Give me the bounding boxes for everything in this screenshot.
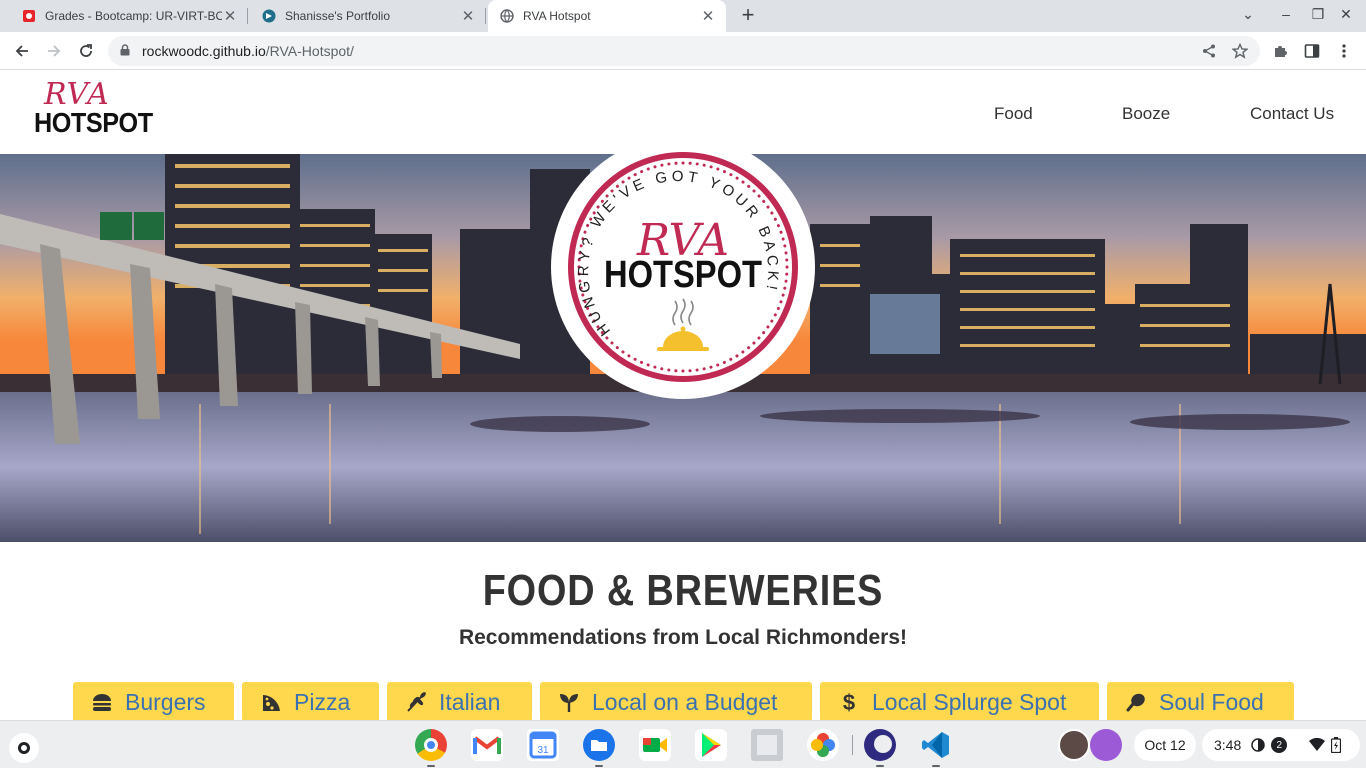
globe-icon: [500, 9, 514, 23]
gmail-app-icon[interactable]: [471, 729, 503, 761]
svg-text:31: 31: [537, 745, 549, 756]
logo-bold-text: HOTSPOT: [34, 107, 153, 138]
category-local-budget-button[interactable]: Local on a Budget: [540, 682, 812, 722]
bookmark-star-icon[interactable]: [1229, 40, 1251, 62]
moon-app-icon[interactable]: [864, 729, 896, 767]
meet-app-icon[interactable]: [639, 729, 671, 761]
address-bar[interactable]: rockwoodc.github.io/RVA-Hotspot/: [108, 36, 1260, 66]
notification-count-badge: 2: [1271, 737, 1288, 753]
category-label: Pizza: [294, 688, 351, 715]
burger-icon: [93, 694, 111, 711]
svg-text:$: $: [843, 691, 855, 713]
site-logo[interactable]: RVA HOTSPOT: [34, 77, 153, 143]
section-title: FOOD & BREWERIES: [482, 566, 884, 615]
nav-contact-us[interactable]: Contact Us: [1250, 104, 1334, 124]
account-avatars[interactable]: [1056, 729, 1124, 761]
avatar: [1090, 729, 1122, 761]
chrome-app-icon[interactable]: [415, 729, 447, 767]
launcher-button[interactable]: [9, 733, 39, 763]
os-shelf: 31 Oct 12 3:48 2: [0, 720, 1366, 768]
url-host: rockwoodc.github.io: [142, 43, 266, 59]
tab-portfolio[interactable]: Shanisse's Portfolio ✕: [240, 0, 486, 32]
battery-icon: [1331, 737, 1342, 753]
category-label: Local Splurge Spot: [872, 688, 1067, 715]
avatar: [1058, 729, 1090, 761]
new-tab-button[interactable]: +: [736, 4, 760, 28]
nav-booze[interactable]: Booze: [1122, 104, 1170, 124]
category-label: Burgers: [125, 688, 206, 715]
tab-rva-hotspot[interactable]: RVA Hotspot ✕: [488, 0, 726, 32]
tab-title: RVA Hotspot: [523, 9, 591, 23]
tab-grades[interactable]: Grades - Bootcamp: UR-VIRT-BO- ✕: [0, 0, 248, 32]
back-icon[interactable]: [11, 40, 33, 62]
category-burgers-button[interactable]: Burgers: [73, 682, 234, 722]
close-tab-icon[interactable]: ✕: [460, 7, 476, 25]
tab-strip: Grades - Bootcamp: UR-VIRT-BO- ✕ Shaniss…: [0, 0, 1366, 32]
nav-food[interactable]: Food: [994, 104, 1033, 124]
badge-bold-text: HOTSPOT: [604, 253, 762, 296]
tab-title: Grades - Bootcamp: UR-VIRT-BO-: [45, 9, 222, 23]
photos-app-icon[interactable]: [807, 729, 839, 761]
reload-icon[interactable]: [75, 40, 97, 62]
portfolio-favicon-icon: [262, 9, 276, 23]
side-panel-icon[interactable]: [1301, 40, 1323, 62]
generic-app-icon[interactable]: [751, 729, 783, 761]
night-light-icon: [1251, 738, 1265, 752]
share-icon[interactable]: [1198, 40, 1220, 62]
category-pizza-button[interactable]: Pizza: [242, 682, 379, 722]
category-label: Soul Food: [1159, 688, 1264, 715]
category-soul-food-button[interactable]: Soul Food: [1107, 682, 1294, 722]
url-text: rockwoodc.github.io/RVA-Hotspot/: [142, 43, 354, 59]
tab-search-icon[interactable]: ⌄: [1238, 6, 1258, 23]
close-window-button[interactable]: ✕: [1336, 6, 1356, 23]
status-tray[interactable]: 3:48 2: [1202, 729, 1360, 761]
category-label: Local on a Budget: [592, 688, 778, 715]
maximize-button[interactable]: ❐: [1308, 6, 1328, 23]
section-subtitle: Recommendations from Local Richmonders!: [458, 626, 908, 649]
shelf-separator: [852, 735, 853, 755]
drumstick-icon: [1126, 693, 1145, 712]
category-label: Italian: [439, 688, 501, 715]
wifi-icon: [1309, 738, 1326, 751]
dollar-icon: $: [843, 691, 855, 713]
extensions-icon[interactable]: [1269, 40, 1291, 62]
launcher-circle-icon: [18, 742, 30, 754]
minimize-button[interactable]: –: [1276, 6, 1296, 22]
close-tab-icon[interactable]: ✕: [700, 7, 716, 25]
category-italian-button[interactable]: Italian: [387, 682, 532, 722]
seedling-icon: [560, 694, 578, 712]
close-tab-icon[interactable]: ✕: [222, 7, 238, 25]
tab-title: Shanisse's Portfolio: [285, 9, 391, 23]
menu-kebab-icon[interactable]: [1333, 40, 1355, 62]
browser-toolbar: rockwoodc.github.io/RVA-Hotspot/: [0, 32, 1366, 70]
url-path: /RVA-Hotspot/: [265, 43, 354, 59]
calendar-app-icon[interactable]: 31: [527, 729, 559, 761]
date-tray[interactable]: Oct 12: [1134, 729, 1196, 761]
canvas-favicon-icon: [23, 10, 35, 22]
rva-hotspot-badge: HUNGRY? WE'VE GOT YOUR BACK! RVA HOTSPOT: [551, 135, 815, 399]
pizza-icon: [263, 695, 280, 711]
lock-icon: [120, 44, 130, 56]
category-local-splurge-button[interactable]: $ Local Splurge Spot: [820, 682, 1099, 722]
forward-icon[interactable]: [43, 40, 65, 62]
date-text: Oct 12: [1144, 737, 1186, 753]
files-app-icon[interactable]: [583, 729, 615, 767]
play-store-app-icon[interactable]: [695, 729, 727, 761]
wheat-icon: [407, 692, 426, 712]
vscode-app-icon[interactable]: [920, 729, 952, 767]
time-text: 3:48: [1214, 737, 1242, 753]
